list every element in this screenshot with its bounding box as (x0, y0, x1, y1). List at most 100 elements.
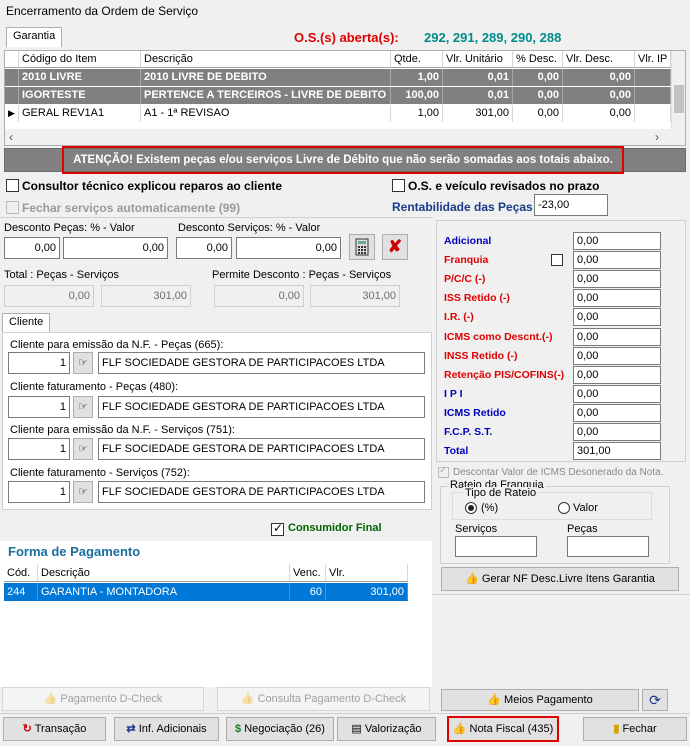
cliente-fat-pecas-code[interactable]: 1 (8, 396, 70, 418)
tab-cliente[interactable]: Cliente (2, 313, 51, 333)
scroll-right-icon[interactable]: › (655, 130, 659, 144)
table-row[interactable]: IGORTESTE PERTENCE A TERCEIROS - LIVRE D… (5, 87, 671, 104)
col-pct-desc[interactable]: % Desc. (513, 51, 563, 68)
cell-descricao: A1 - 1ª REVISAO (141, 105, 391, 122)
imposto-value[interactable]: 0,00 (573, 404, 661, 422)
col-vlr-ipi[interactable]: Vlr. IP (635, 51, 671, 68)
cliente-nf-servicos-code[interactable]: 1 (8, 438, 70, 460)
col-cod[interactable]: Cód. (4, 564, 38, 581)
dollar-icon: $ (235, 723, 242, 735)
rateio-pecas-input[interactable] (567, 536, 649, 557)
cell-pct-desc: 0,00 (513, 69, 563, 86)
imposto-value[interactable]: 0,00 (573, 385, 661, 403)
table-row[interactable]: 244 GARANTIA - MONTADORA 60 301,00 (4, 583, 408, 601)
tipo-rateio-label: Tipo de Rateio (463, 487, 539, 499)
tab-garantia[interactable]: Garantia (6, 27, 63, 47)
rateio-pct-radio[interactable] (465, 502, 477, 514)
scroll-left-icon[interactable]: ‹ (9, 130, 13, 144)
cliente-fat-servicos-label: Cliente faturamento - Serviços (752): (10, 467, 190, 479)
gerar-nf-button[interactable]: 👍 Gerar NF Desc.Livre Itens Garantia (441, 567, 679, 591)
cell-codigo: GERAL REV1A1 (19, 105, 141, 122)
items-grid[interactable]: Código do Item Descrição Qtde. Vlr. Unit… (4, 50, 686, 146)
cell-vlr-desc: 0,00 (563, 105, 635, 122)
permite-label: Permite Desconto : Peças - Serviços (212, 269, 392, 281)
search-cliente-button[interactable]: ☞ (73, 352, 93, 374)
col-descricao[interactable]: Descrição (38, 564, 290, 581)
cliente-fat-pecas-name[interactable]: FLF SOCIEDADE GESTORA DE PARTICIPACOES L… (98, 396, 425, 418)
rentabilidade-input[interactable]: -23,00 (534, 194, 608, 216)
valorizacao-button[interactable]: ▤ Valorização (337, 717, 436, 741)
desconto-servicos-valor[interactable]: 0,00 (236, 237, 341, 259)
rateio-valor-label: Valor (573, 502, 598, 514)
col-vlr-unitario[interactable]: Vlr. Unitário (443, 51, 513, 68)
search-cliente-button[interactable]: ☞ (73, 396, 93, 418)
rateio-valor-radio[interactable] (558, 502, 570, 514)
consulta-dcheck-label: Consulta Pagamento D-Check (257, 693, 407, 705)
imposto-value[interactable]: 0,00 (573, 251, 661, 269)
fechar-button[interactable]: ▮ Fechar (583, 717, 687, 741)
imposto-value[interactable]: 0,00 (573, 308, 661, 326)
imposto-value[interactable]: 0,00 (573, 328, 661, 346)
thumbs-up-icon: 👍 (240, 693, 255, 706)
cliente-nf-servicos-name[interactable]: FLF SOCIEDADE GESTORA DE PARTICIPACOES L… (98, 438, 425, 460)
vertical-scrollbar[interactable] (671, 51, 685, 129)
cliente-nf-pecas-name[interactable]: FLF SOCIEDADE GESTORA DE PARTICIPACOES L… (98, 352, 425, 374)
desconto-servicos-pct[interactable]: 0,00 (176, 237, 232, 259)
cell-cod: 244 (4, 583, 38, 600)
table-row[interactable]: 2010 LIVRE 2010 LIVRE DE DEBITO 1,00 0,0… (5, 69, 671, 86)
desconto-pecas-pct[interactable]: 0,00 (4, 237, 60, 259)
check-icon: ✓ (439, 465, 448, 476)
col-qtde[interactable]: Qtde. (391, 51, 443, 68)
inf-adicionais-label: Inf. Adicionais (138, 723, 207, 735)
cliente-fat-servicos-name[interactable]: FLF SOCIEDADE GESTORA DE PARTICIPACOES L… (98, 481, 425, 503)
permite-servicos: 301,00 (310, 285, 400, 307)
chart-icon: ▤ (351, 723, 362, 735)
imposto-value[interactable]: 0,00 (573, 232, 661, 250)
imposto-value[interactable]: 0,00 (573, 270, 661, 288)
imposto-value[interactable]: 0,00 (573, 423, 661, 441)
nota-fiscal-label: Nota Fiscal (435) (469, 723, 554, 735)
imposto-label: Franquia (444, 254, 489, 266)
horizontal-scrollbar[interactable]: ‹ › (5, 129, 685, 145)
os-revisados-checkbox[interactable] (392, 179, 405, 192)
cliente-nf-pecas-code[interactable]: 1 (8, 352, 70, 374)
calculator-button[interactable] (349, 234, 375, 260)
clear-desconto-button[interactable]: ✘ (382, 234, 408, 260)
total-pecas: 0,00 (4, 285, 94, 307)
search-cliente-button[interactable]: ☞ (73, 481, 93, 503)
desconto-pecas-valor[interactable]: 0,00 (63, 237, 168, 259)
cell-vlr-unitario: 0,01 (443, 69, 513, 86)
imposto-value[interactable]: 301,00 (573, 442, 661, 460)
imposto-value[interactable]: 0,00 (573, 289, 661, 307)
search-cliente-button[interactable]: ☞ (73, 438, 93, 460)
imposto-value[interactable]: 0,00 (573, 347, 661, 365)
pagamento-title: Forma de Pagamento (8, 544, 141, 559)
nota-fiscal-button[interactable]: 👍 Nota Fiscal (435) (447, 716, 559, 742)
cliente-fat-servicos-code[interactable]: 1 (8, 481, 70, 503)
consultor-checkbox[interactable] (6, 179, 19, 192)
negociacao-label: Negociação (26) (244, 723, 325, 735)
imposto-value[interactable]: 0,00 (573, 366, 661, 384)
inf-adicionais-button[interactable]: ⇄ Inf. Adicionais (114, 717, 219, 741)
negociacao-button[interactable]: $ Negociação (26) (226, 717, 334, 741)
cell-codigo: 2010 LIVRE (19, 69, 141, 86)
col-codigo[interactable]: Código do Item (19, 51, 141, 68)
valorizacao-label: Valorização (364, 723, 422, 735)
col-vlr-desc[interactable]: Vlr. Desc. (563, 51, 635, 68)
desconto-servicos-label: Desconto Serviços: % - Valor (178, 222, 321, 234)
rateio-pecas-label: Peças (567, 523, 598, 535)
rateio-servicos-input[interactable] (455, 536, 537, 557)
consumidor-final-checkbox[interactable]: ✓ (271, 521, 284, 536)
scrollbar-thumb[interactable] (674, 85, 684, 113)
consultor-label: Consultor técnico explicou reparos ao cl… (22, 179, 283, 193)
col-venc[interactable]: Venc. (290, 564, 326, 581)
table-row[interactable]: ▶ GERAL REV1A1 A1 - 1ª REVISAO 1,00 301,… (5, 105, 671, 122)
cell-pct-desc: 0,00 (513, 105, 563, 122)
col-descricao[interactable]: Descrição (141, 51, 391, 68)
col-vlr-pagamento[interactable]: Vlr. Pagamento (326, 564, 408, 581)
meios-pagamento-button[interactable]: 👍 Meios Pagamento (441, 689, 639, 711)
franquia-checkbox[interactable] (551, 254, 563, 266)
imposto-label: F.C.P. S.T. (444, 426, 493, 438)
refresh-button[interactable]: ⟳ (642, 689, 668, 711)
transacao-button[interactable]: ↻ Transação (3, 717, 106, 741)
